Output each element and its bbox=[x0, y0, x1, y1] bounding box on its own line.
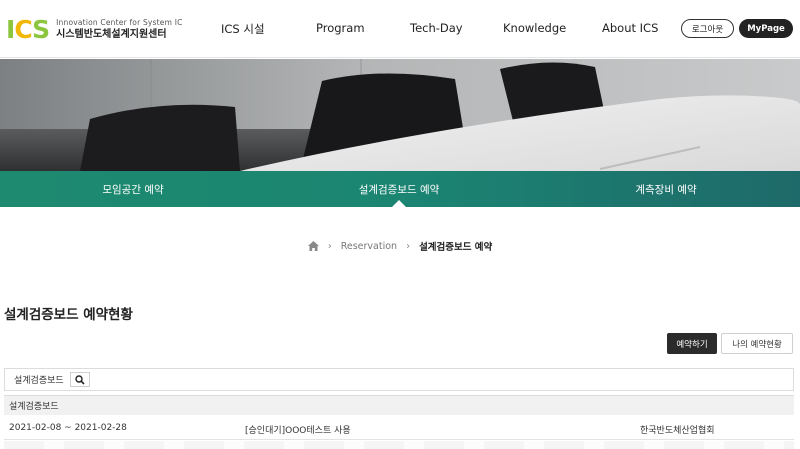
logo-english-name: Innovation Center for System IC bbox=[56, 17, 183, 27]
breadcrumb: › Reservation › 설계검증보드 예약 bbox=[0, 238, 800, 254]
table-footer-divider bbox=[4, 441, 794, 449]
breadcrumb-separator-icon: › bbox=[406, 240, 411, 252]
page-title: 설계검증보드 예약현황 bbox=[4, 307, 133, 323]
nav-item-ics-facility[interactable]: ICS 시설 bbox=[221, 21, 265, 37]
breadcrumb-current: 설계검증보드 예약 bbox=[419, 242, 493, 253]
breadcrumb-separator-icon: › bbox=[327, 240, 332, 252]
site-logo[interactable]: ICS Innovation Center for System IC 시스템반… bbox=[6, 12, 183, 46]
home-icon[interactable] bbox=[307, 241, 319, 251]
search-icon[interactable] bbox=[69, 372, 90, 387]
filter-label: 설계검증보드 bbox=[14, 376, 64, 386]
reservation-organization: 한국반도체산업협회 bbox=[640, 426, 715, 436]
logo-korean-name: 시스템반도체설계지원센터 bbox=[56, 28, 167, 40]
nav-item-tech-day[interactable]: Tech-Day bbox=[410, 21, 463, 35]
reservation-period: 2021-02-08 ~ 2021-02-28 bbox=[9, 423, 127, 433]
nav-item-program[interactable]: Program bbox=[316, 21, 365, 35]
logo-letter-s: S bbox=[32, 14, 50, 44]
table-row[interactable]: 2021-02-08 ~ 2021-02-28 [승인대기]OOO테스트 사용 … bbox=[4, 416, 794, 440]
board-filter-bar: 설계검증보드 bbox=[4, 368, 794, 391]
logo-mark: ICS bbox=[6, 14, 50, 44]
table-group-header: 설계검증보드 bbox=[4, 395, 794, 415]
mypage-button[interactable]: MyPage bbox=[739, 19, 793, 38]
breadcrumb-reservation[interactable]: Reservation bbox=[341, 241, 397, 252]
nav-item-about-ics[interactable]: About ICS bbox=[602, 21, 658, 35]
tab-meeting-space[interactable]: 모임공간 예약 bbox=[0, 171, 266, 207]
tab-measurement-equipment[interactable]: 계측장비 예약 bbox=[532, 171, 800, 207]
active-tab-indicator bbox=[392, 200, 406, 207]
nav-item-knowledge[interactable]: Knowledge bbox=[503, 21, 566, 35]
site-header: ICS Innovation Center for System IC 시스템반… bbox=[0, 0, 800, 58]
reserve-button[interactable]: 예약하기 bbox=[667, 333, 717, 354]
reservation-title[interactable]: [승인대기]OOO테스트 사용 bbox=[245, 423, 351, 436]
logout-button[interactable]: 로그아웃 bbox=[681, 19, 734, 38]
hero-banner bbox=[0, 59, 800, 171]
hero-meeting-room-image bbox=[0, 59, 800, 171]
logo-letter-c: C bbox=[14, 14, 33, 44]
my-reservations-button[interactable]: 나의 예약현황 bbox=[721, 333, 793, 354]
logo-text: Innovation Center for System IC 시스템반도체설계… bbox=[56, 18, 182, 41]
